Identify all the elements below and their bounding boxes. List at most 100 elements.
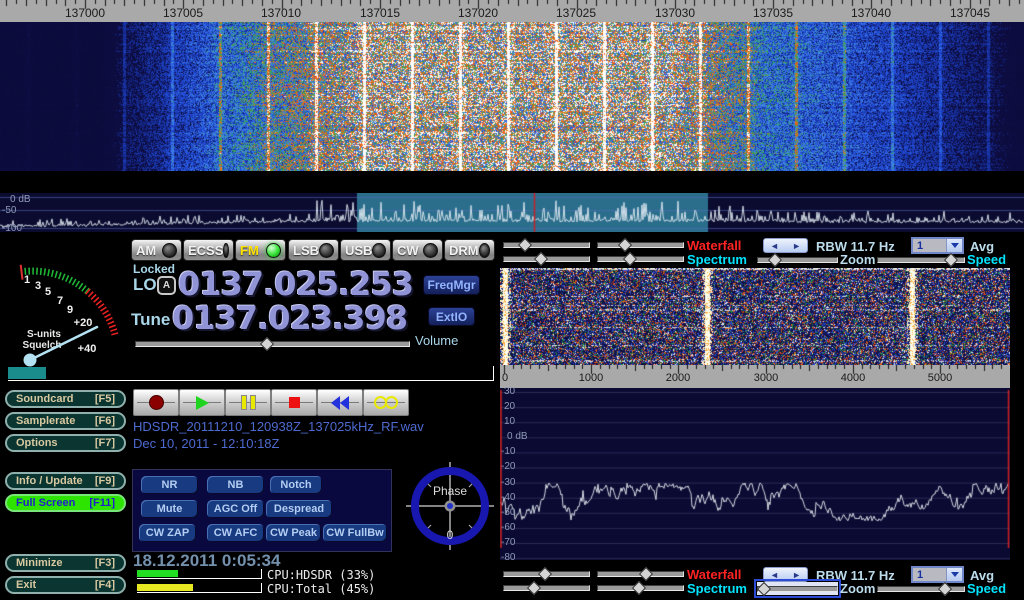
freqmgr-button[interactable]: FreqMgr <box>423 275 480 295</box>
freq-tick-label: 0 <box>498 372 512 384</box>
mode-button-cw[interactable]: CW <box>392 239 443 261</box>
full-screen-button[interactable]: Full Screen[F11] <box>5 494 126 512</box>
top-spectrum-brightness-slider[interactable] <box>597 252 684 265</box>
despread-button[interactable]: Despread <box>266 500 332 518</box>
mode-button-am[interactable]: AM <box>131 239 182 261</box>
s-meter-tick-label: 3 <box>35 280 41 292</box>
avg-value: 1 <box>913 568 946 581</box>
pause-button[interactable] <box>225 389 271 416</box>
button-label: Soundcard <box>16 393 73 405</box>
cpu-hdsdr-bar <box>137 569 262 579</box>
nr-button[interactable]: NR <box>141 476 198 494</box>
bottom-waterfall-brightness-slider[interactable] <box>597 567 684 580</box>
bottom-spectrum-label: Spectrum <box>687 581 747 596</box>
audio-spectrum-display[interactable] <box>500 388 1010 560</box>
dropdown-arrow-icon[interactable] <box>946 568 962 581</box>
top-speed-slider[interactable] <box>877 253 965 266</box>
samplerate-button[interactable]: Samplerate[F6] <box>5 412 126 430</box>
mute-button[interactable]: Mute <box>141 500 198 518</box>
top-waterfall-contrast-slider[interactable] <box>503 238 590 251</box>
bottom-speed-label: Speed <box>967 581 1006 596</box>
extio-button[interactable]: ExtIO <box>428 307 475 326</box>
db-label: -30 <box>501 477 515 488</box>
button-key: [F4] <box>95 579 115 591</box>
lo-label: LO <box>133 275 157 295</box>
dropdown-arrow-icon[interactable] <box>946 239 962 252</box>
top-zoom-slider[interactable] <box>757 253 838 266</box>
audio-waterfall-display[interactable] <box>500 268 1010 365</box>
cpu-hdsdr-fill <box>137 570 178 577</box>
phase-knob-center <box>447 503 453 509</box>
bottom-rbw-spinner[interactable]: ◄ ► <box>763 567 808 582</box>
bottom-zoom-slider[interactable] <box>757 582 838 595</box>
button-label: Options <box>16 437 58 449</box>
cpu-total-bar <box>137 583 262 593</box>
cw-fullbw-button[interactable]: CW FullBw <box>323 524 387 542</box>
squelch-bar[interactable] <box>8 366 494 381</box>
lo-lock-badge-icon[interactable]: A <box>157 276 176 295</box>
bottom-speed-slider[interactable] <box>877 582 965 595</box>
phase-dial[interactable]: Phase 0 <box>404 459 496 553</box>
minimize-button[interactable]: Minimize[F3] <box>5 554 126 572</box>
mode-button-ecss[interactable]: ECSS <box>183 239 234 261</box>
mode-button-fm[interactable]: FM <box>235 239 286 261</box>
audio-frequency-scale[interactable]: 0 1000 2000 3000 4000 5000 <box>500 365 1010 388</box>
bottom-avg-select[interactable]: 1 <box>911 566 964 583</box>
freq-tick-label: 4000 <box>828 372 878 384</box>
bottom-spectrum-brightness-slider[interactable] <box>597 581 684 594</box>
cw-zap-button[interactable]: CW ZAP <box>139 524 196 542</box>
db-label: -60 <box>501 522 515 533</box>
db-label: -50 <box>2 205 16 216</box>
hdsdr-window: 137000 137005 137010 137015 137020 13702… <box>0 0 1024 600</box>
options-button[interactable]: Options[F7] <box>5 434 126 452</box>
main-waterfall-display[interactable] <box>0 0 1024 171</box>
mode-led-icon <box>479 243 490 258</box>
spinner-left-icon[interactable]: ◄ <box>770 241 779 251</box>
mode-label: CW <box>397 243 419 258</box>
db-label: -40 <box>501 492 515 503</box>
lo-frequency-display[interactable]: 0137.025.253 <box>178 268 413 300</box>
tune-slider[interactable] <box>135 337 410 350</box>
loop-icon <box>374 396 398 409</box>
main-spectrum-display[interactable] <box>0 193 1024 232</box>
top-waterfall-brightness-slider[interactable] <box>597 238 684 251</box>
spinner-right-icon[interactable]: ► <box>792 570 801 580</box>
record-button[interactable] <box>133 389 179 416</box>
db-label: -80 <box>501 552 515 563</box>
mode-button-lsb[interactable]: LSB <box>288 239 339 261</box>
freq-tick-label: 137035 <box>743 6 803 20</box>
info-update-button[interactable]: Info / Update[F9] <box>5 472 126 490</box>
freq-tick-label: 137020 <box>448 6 508 20</box>
freq-tick-label: 137045 <box>940 6 1000 20</box>
stop-button[interactable] <box>271 389 317 416</box>
soundcard-button[interactable]: Soundcard[F5] <box>5 390 126 408</box>
agc-off-button[interactable]: AGC Off <box>207 500 264 518</box>
play-button[interactable] <box>179 389 225 416</box>
nb-button[interactable]: NB <box>207 476 264 494</box>
slider-thumb[interactable] <box>259 337 273 351</box>
spinner-left-icon[interactable]: ◄ <box>770 570 779 580</box>
top-zoom-label: Zoom <box>840 252 875 267</box>
freq-tick-label: 1000 <box>566 372 616 384</box>
main-frequency-scale[interactable]: 137000 137005 137010 137015 137020 13702… <box>0 0 1024 22</box>
bottom-waterfall-contrast-slider[interactable] <box>503 567 590 580</box>
rewind-button[interactable] <box>317 389 363 416</box>
cw-afc-button[interactable]: CW AFC <box>207 524 264 542</box>
s-meter-tick-label: 1 <box>24 274 30 286</box>
mode-button-drm[interactable]: DRM <box>444 239 495 261</box>
mode-button-usb[interactable]: USB <box>340 239 391 261</box>
phase-label: Phase <box>433 484 467 498</box>
top-spectrum-contrast-slider[interactable] <box>503 252 590 265</box>
notch-button[interactable]: Notch <box>270 476 322 494</box>
cw-peak-button[interactable]: CW Peak <box>266 524 321 542</box>
s-meter-tick-label: 7 <box>57 295 63 307</box>
exit-button[interactable]: Exit[F4] <box>5 576 126 594</box>
tune-frequency-display[interactable]: 0137.023.398 <box>172 302 407 334</box>
mode-label: AM <box>136 243 156 258</box>
top-avg-select[interactable]: 1 <box>911 237 964 254</box>
pause-icon <box>241 395 256 410</box>
top-rbw-spinner[interactable]: ◄ ► <box>763 238 808 253</box>
loop-button[interactable] <box>363 389 409 416</box>
bottom-spectrum-contrast-slider[interactable] <box>503 581 590 594</box>
spinner-right-icon[interactable]: ► <box>792 241 801 251</box>
